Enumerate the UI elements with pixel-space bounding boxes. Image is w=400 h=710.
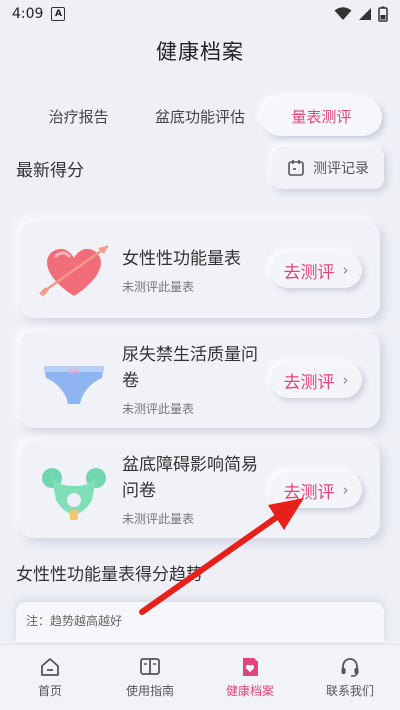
scale-card-pelvic-floor-disorder: 盆底障碍影响简易问卷 未测评此量表 去测评 ›: [20, 442, 380, 538]
signal-icon: [359, 8, 371, 20]
chevron-right-icon: ›: [342, 371, 349, 389]
scale-name: 盆底障碍影响简易问卷: [122, 455, 258, 501]
go-evaluate-label: 去测评: [283, 482, 335, 503]
chevron-right-icon: ›: [342, 261, 349, 279]
trend-title: 女性性功能量表得分趋势: [16, 565, 203, 585]
go-evaluate-button[interactable]: 去测评 ›: [270, 362, 362, 398]
tab-treatment-report[interactable]: 治疗报告: [18, 98, 139, 136]
health-record-icon: [243, 658, 258, 676]
evaluation-record-label: 测评记录: [313, 161, 369, 177]
scale-name: 尿失禁生活质量问卷: [122, 345, 258, 391]
scale-status: 未测评此量表: [122, 512, 195, 526]
tab-pelvic-floor-assessment[interactable]: 盆底功能评估: [139, 98, 260, 136]
home-icon: [41, 658, 59, 676]
nav-health-record-label: 健康档案: [225, 684, 274, 698]
status-bar: 4:09 A: [0, 0, 400, 28]
tab-scale-evaluation[interactable]: 量表测评: [260, 98, 382, 136]
nav-health-record[interactable]: 健康档案: [200, 645, 300, 710]
nav-home-label: 首页: [37, 684, 62, 698]
nav-contact[interactable]: 联系我们: [300, 645, 400, 710]
underwear-icon: [44, 366, 104, 404]
nav-home[interactable]: 首页: [0, 645, 100, 710]
nav-guide-label: 使用指南: [125, 684, 174, 698]
status-time: 4:09: [12, 6, 44, 22]
trend-note: 注：趋势越高越好: [26, 614, 123, 628]
battery-icon: [378, 6, 388, 22]
go-evaluate-button[interactable]: 去测评 ›: [270, 252, 362, 288]
tab-bar: 治疗报告 盆底功能评估 量表测评: [18, 96, 384, 138]
bottom-nav: 首页 使用指南 健康档案 联系我们: [0, 644, 400, 710]
notification-a-icon: A: [51, 7, 66, 21]
headset-icon: [341, 658, 359, 677]
latest-score-label: 最新得分: [16, 160, 84, 181]
chevron-right-icon: ›: [342, 481, 349, 499]
scale-status: 未测评此量表: [122, 280, 195, 294]
book-icon: [140, 658, 160, 675]
heart-arrow-icon: [39, 244, 109, 297]
calendar-icon: [288, 160, 304, 176]
latest-score-header: 最新得分 测评记录: [16, 146, 384, 190]
scale-status: 未测评此量表: [122, 402, 195, 416]
nav-contact-label: 联系我们: [325, 684, 374, 698]
scale-name: 女性性功能量表: [122, 249, 241, 269]
trend-note-card: 注：趋势越高越好: [16, 602, 384, 642]
status-icons: [334, 6, 388, 22]
go-evaluate-label: 去测评: [283, 262, 335, 283]
scale-card-female-sexual-function: 女性性功能量表 未测评此量表 去测评 ›: [20, 222, 380, 318]
go-evaluate-button[interactable]: 去测评 ›: [270, 472, 362, 508]
evaluation-record-button[interactable]: 测评记录: [272, 147, 384, 189]
nav-guide[interactable]: 使用指南: [100, 645, 200, 710]
pelvis-icon: [42, 468, 106, 520]
scale-card-urinary-incontinence: 尿失禁生活质量问卷 未测评此量表 去测评 ›: [20, 332, 380, 428]
page-title: 健康档案: [156, 40, 244, 64]
wifi-icon: [334, 7, 352, 20]
go-evaluate-label: 去测评: [283, 372, 335, 393]
